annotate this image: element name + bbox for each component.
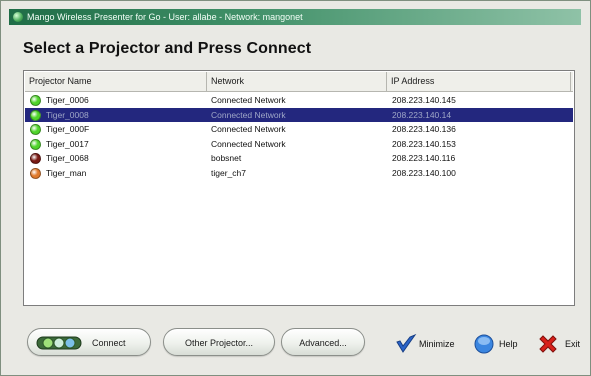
table-row[interactable]: Tiger_0068 bobsnet 208.223.140.116 — [25, 151, 573, 166]
column-header-projector-name[interactable]: Projector Name — [25, 72, 207, 91]
projector-name: Tiger_0006 — [46, 95, 89, 105]
status-indicator-icon — [30, 109, 41, 121]
projector-list[interactable]: Projector Name Network IP Address Tiger_… — [23, 70, 575, 306]
window-title: Mango Wireless Presenter for Go - User: … — [27, 12, 303, 22]
projector-name: Tiger_0068 — [46, 153, 89, 163]
exit-action[interactable]: Exit — [537, 333, 587, 355]
table-row[interactable]: Tiger_0017 Connected Network 208.223.140… — [25, 137, 573, 152]
table-row-selected[interactable]: Tiger_0008 Connected Network 208.223.140… — [25, 107, 573, 122]
column-header-network[interactable]: Network — [207, 72, 387, 91]
projector-name: Tiger_0008 — [46, 109, 89, 120]
projector-network: bobsnet — [211, 153, 242, 163]
status-indicator-icon — [30, 167, 41, 179]
projector-name: Tiger_0017 — [46, 138, 89, 149]
minimize-label: Minimize — [419, 339, 455, 349]
other-projector-button-label: Other Projector... — [184, 338, 254, 348]
advanced-button-label: Advanced... — [299, 338, 347, 348]
checkmark-icon — [396, 333, 417, 353]
close-x-icon — [539, 335, 557, 353]
projector-name: Tiger_man — [46, 167, 87, 178]
status-indicator-icon — [30, 153, 41, 164]
status-indicator-icon — [30, 138, 41, 150]
page-heading: Select a Projector and Press Connect — [23, 40, 312, 57]
projector-ip: 208.223.140.116 — [392, 153, 456, 163]
projector-name: Tiger_000F — [46, 124, 90, 134]
advanced-button[interactable]: Advanced... — [281, 328, 365, 356]
help-action[interactable]: Help — [473, 333, 529, 355]
status-indicator-icon — [30, 124, 41, 135]
projector-network: Connected Network — [211, 124, 286, 134]
status-indicator-icon — [30, 95, 41, 106]
table-row[interactable]: Tiger_0006 Connected Network 208.223.140… — [25, 93, 573, 108]
exit-label: Exit — [565, 339, 581, 349]
projector-ip: 208.223.140.136 — [392, 124, 456, 134]
projector-ip: 208.223.140.145 — [392, 95, 456, 105]
column-header-ip-address[interactable]: IP Address — [387, 72, 571, 91]
app-window: Mango Wireless Presenter for Go - User: … — [0, 0, 591, 376]
connect-button-label: Connect — [92, 338, 126, 348]
list-header: Projector Name Network IP Address — [25, 72, 573, 92]
list-rows: Tiger_0006 Connected Network 208.223.140… — [25, 93, 573, 180]
projector-network: tiger_ch7 — [211, 167, 246, 178]
help-icon — [474, 334, 494, 354]
title-bar[interactable]: Mango Wireless Presenter for Go - User: … — [9, 9, 581, 25]
table-row[interactable]: Tiger_man tiger_ch7 208.223.140.100 — [25, 166, 573, 181]
table-row[interactable]: Tiger_000F Connected Network 208.223.140… — [25, 122, 573, 137]
projector-network: Connected Network — [211, 138, 286, 149]
other-projector-button[interactable]: Other Projector... — [163, 328, 275, 356]
projector-ip: 208.223.140.14 — [392, 109, 452, 120]
projector-network: Connected Network — [211, 109, 286, 120]
help-label: Help — [499, 339, 518, 349]
projector-network: Connected Network — [211, 95, 286, 105]
minimize-action[interactable]: Minimize — [395, 333, 465, 355]
connect-button[interactable]: Connect — [27, 328, 151, 356]
action-bar: Connect Other Projector... Advanced... M… — [11, 315, 583, 367]
app-logo-icon — [13, 12, 23, 22]
connect-plug-icon — [36, 336, 82, 350]
projector-ip: 208.223.140.100 — [392, 167, 456, 178]
projector-ip: 208.223.140.153 — [392, 138, 456, 149]
